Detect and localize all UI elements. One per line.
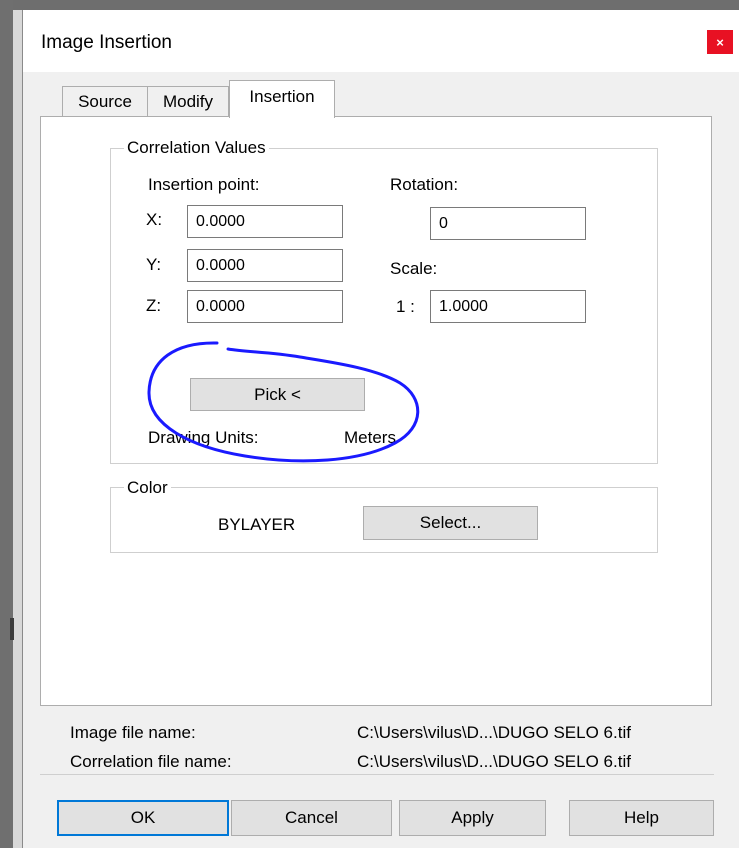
tab-source[interactable]: Source bbox=[62, 86, 148, 116]
title-bar: Image Insertion × bbox=[23, 10, 739, 72]
scale-prefix: 1 : bbox=[396, 297, 415, 316]
color-value: BYLAYER bbox=[218, 515, 296, 534]
dialog-title: Image Insertion bbox=[41, 32, 172, 53]
drawing-units-value: Meters bbox=[344, 428, 396, 447]
insertion-point-label: Insertion point: bbox=[148, 175, 260, 194]
apply-button[interactable]: Apply bbox=[399, 800, 546, 836]
color-group-title: Color bbox=[124, 478, 171, 498]
image-file-name-value: C:\Users\vilus\D...\DUGO SELO 6.tif bbox=[357, 723, 631, 742]
background-app-topline bbox=[13, 0, 739, 10]
close-icon: × bbox=[716, 34, 724, 50]
rotation-label: Rotation: bbox=[390, 175, 459, 194]
x-label: X: bbox=[146, 210, 163, 229]
image-file-name-label: Image file name: bbox=[70, 723, 196, 742]
cancel-button[interactable]: Cancel bbox=[231, 800, 392, 836]
z-label: Z: bbox=[146, 296, 162, 315]
y-label: Y: bbox=[146, 255, 162, 274]
background-app-strip bbox=[0, 0, 22, 848]
ok-button[interactable]: OK bbox=[57, 800, 229, 836]
correlation-values-title: Correlation Values bbox=[124, 138, 269, 158]
drawing-units-label: Drawing Units: bbox=[148, 428, 259, 447]
tab-insertion[interactable]: Insertion bbox=[229, 80, 335, 118]
close-button[interactable]: × bbox=[707, 30, 733, 54]
bottom-divider bbox=[40, 774, 714, 775]
scale-field[interactable]: 1.0000 bbox=[430, 290, 586, 323]
rotation-field[interactable]: 0 bbox=[430, 207, 586, 240]
x-field[interactable]: 0.0000 bbox=[187, 205, 343, 238]
background-app-marker bbox=[10, 618, 14, 640]
scale-label: Scale: bbox=[390, 259, 438, 278]
y-field[interactable]: 0.0000 bbox=[187, 249, 343, 282]
correlation-file-name-label: Correlation file name: bbox=[70, 752, 232, 771]
correlation-file-name-value: C:\Users\vilus\D...\DUGO SELO 6.tif bbox=[357, 752, 631, 771]
background-app-edge bbox=[0, 0, 13, 848]
pick-button[interactable]: Pick < bbox=[190, 378, 365, 411]
select-color-button[interactable]: Select... bbox=[363, 506, 538, 540]
tab-modify[interactable]: Modify bbox=[147, 86, 229, 116]
z-field[interactable]: 0.0000 bbox=[187, 290, 343, 323]
help-button[interactable]: Help bbox=[569, 800, 714, 836]
